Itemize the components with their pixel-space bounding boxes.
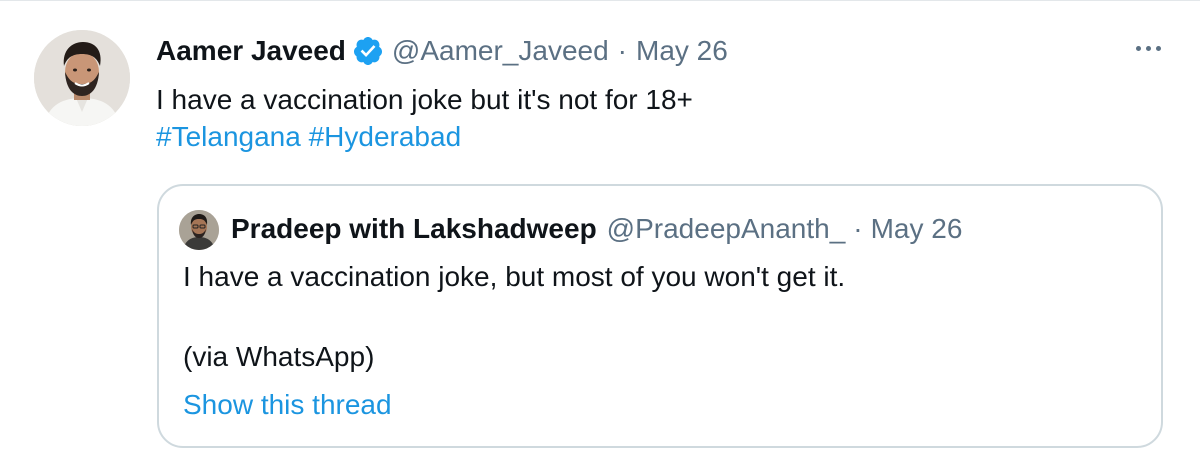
tweet-header: Aamer Javeed @Aamer_Javeed · May 26 — [156, 31, 728, 71]
separator-dot: · — [853, 213, 863, 244]
quoted-author-avatar[interactable] — [179, 210, 219, 250]
tweet-date[interactable]: May 26 — [636, 35, 728, 67]
quoted-tweet-date[interactable]: May 26 — [871, 213, 963, 245]
hashtag-link[interactable]: #Telangana — [156, 121, 301, 152]
quoted-tweet-text-via: (via WhatsApp) — [183, 341, 375, 372]
author-handle[interactable]: @Aamer_Javeed — [392, 35, 609, 67]
quoted-author-name[interactable]: Pradeep with Lakshadweep — [231, 213, 597, 245]
quoted-author-handle[interactable]: @PradeepAnanth_ — [607, 213, 846, 245]
author-name[interactable]: Aamer Javeed — [156, 35, 346, 67]
quoted-tweet-header: Pradeep with Lakshadweep @PradeepAnanth_… — [231, 208, 962, 250]
separator-dot: · — [617, 35, 627, 66]
tweet[interactable]: Aamer Javeed @Aamer_Javeed · May 26 I ha… — [0, 0, 1200, 458]
quoted-tweet-text: I have a vaccination joke, but most of y… — [183, 261, 846, 292]
hashtag-link[interactable]: #Hyderabad — [309, 121, 462, 152]
tweet-hashtags: #Telangana #Hyderabad — [156, 118, 461, 156]
tweet-text: I have a vaccination joke but it's not f… — [156, 84, 693, 115]
more-options-icon[interactable] — [1126, 33, 1170, 63]
show-thread-link[interactable]: Show this thread — [183, 386, 392, 424]
author-avatar[interactable] — [34, 30, 130, 126]
verified-badge-icon — [352, 35, 384, 67]
quoted-tweet[interactable]: Pradeep with Lakshadweep @PradeepAnanth_… — [157, 184, 1163, 448]
